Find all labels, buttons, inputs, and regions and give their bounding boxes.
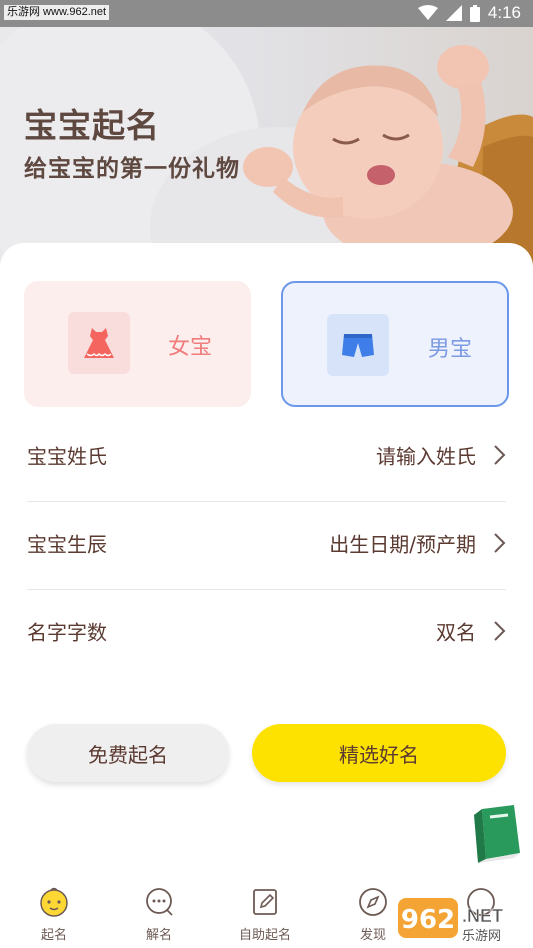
surname-input[interactable]: 请输入姓氏	[376, 441, 476, 470]
nav-item-self-naming[interactable]: 自助起名	[220, 880, 310, 948]
girl-option[interactable]: 女宝	[24, 281, 251, 407]
nav-label: 解名	[145, 928, 172, 943]
book-icon[interactable]	[470, 803, 522, 865]
compass-icon	[359, 888, 387, 916]
chevron-right-icon	[494, 533, 506, 553]
baby-face-icon	[40, 887, 68, 917]
chat-bubble-icon	[146, 888, 173, 916]
wifi-icon	[417, 5, 438, 20]
nav-label: 起名	[40, 928, 67, 943]
name-length-label: 名字字数	[27, 620, 107, 645]
name-length-select[interactable]: 双名	[436, 617, 476, 646]
naming-form-card: 女宝 男宝 宝宝姓氏 请输入姓氏 宝宝生辰 出生日期/预产期 名字字数 双名 免…	[0, 243, 533, 948]
hero-banner: 宝宝起名 给宝宝的第一份礼物	[0, 27, 533, 267]
signal-icon	[445, 5, 462, 21]
clock: 4:16	[487, 3, 521, 22]
edit-icon	[253, 889, 277, 915]
birth-row[interactable]: 宝宝生辰 出生日期/预产期	[27, 499, 506, 587]
free-naming-button[interactable]: 免费起名	[27, 724, 229, 782]
boy-label: 男宝	[428, 337, 473, 362]
boy-option[interactable]: 男宝	[281, 281, 509, 407]
status-icons: 4:16	[417, 3, 521, 23]
girl-label: 女宝	[168, 335, 213, 360]
shorts-icon	[327, 314, 389, 376]
surname-label: 宝宝姓氏	[27, 444, 107, 469]
dress-icon	[68, 312, 130, 374]
baby-photo	[243, 45, 533, 267]
battery-icon	[469, 4, 480, 22]
nav-item-interpret[interactable]: 解名	[114, 880, 204, 948]
watermark-text: 乐游网 www.962.net	[4, 5, 110, 20]
svg-text:962: 962	[401, 905, 455, 935]
hero-subtitle: 给宝宝的第一份礼物	[24, 156, 240, 182]
svg-text:乐游网: 乐游网	[462, 929, 501, 944]
site-watermark-logo: 962 .NET 乐游网	[398, 898, 503, 944]
hero-title: 宝宝起名	[24, 106, 160, 145]
nav-label: 自助起名	[238, 928, 291, 943]
svg-text:.NET: .NET	[462, 906, 503, 926]
name-length-row[interactable]: 名字字数 双名	[27, 587, 506, 675]
birth-date-picker[interactable]: 出生日期/预产期	[329, 529, 476, 558]
premium-naming-button[interactable]: 精选好名	[252, 724, 506, 782]
nav-item-naming[interactable]: 起名	[9, 880, 99, 948]
birth-label: 宝宝生辰	[27, 532, 107, 557]
status-bar: 乐游网 www.962.net 4:16	[0, 0, 533, 27]
chevron-right-icon	[494, 445, 506, 465]
surname-row[interactable]: 宝宝姓氏 请输入姓氏	[27, 411, 506, 499]
chevron-right-icon	[494, 621, 506, 641]
